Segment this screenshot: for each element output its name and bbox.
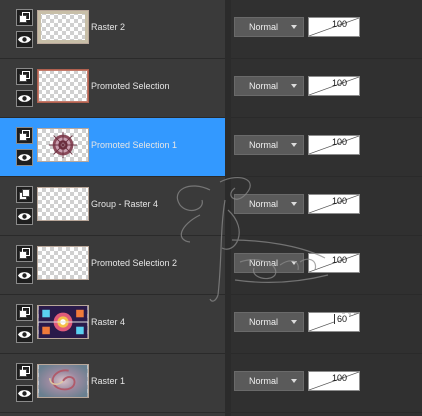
layer-properties: Normal 100 (231, 59, 422, 118)
layer-row[interactable]: Raster 4 Normal 60 (0, 295, 422, 354)
layer-name: Raster 1 (91, 376, 126, 386)
layer-properties: Normal 60 (231, 295, 422, 354)
eye-icon[interactable] (16, 385, 33, 402)
layer-properties: Normal 100 (231, 236, 422, 295)
layer-row-main[interactable]: Promoted Selection 1 (0, 118, 225, 177)
blend-mode-dropdown[interactable]: Normal (234, 371, 304, 391)
opacity-slider[interactable]: 100 (308, 135, 360, 155)
opacity-value: 100 (331, 373, 347, 383)
opacity-value: 100 (331, 137, 347, 147)
layer-name: Promoted Selection 1 (91, 140, 178, 150)
layer-name: Group - Raster 4 (91, 199, 159, 209)
blend-mode-dropdown[interactable]: Normal (234, 312, 304, 332)
layer-type-icon[interactable] (16, 9, 33, 26)
layer-type-icon[interactable] (16, 245, 33, 262)
blend-mode-dropdown[interactable]: Normal (234, 76, 304, 96)
layer-name: Raster 2 (91, 22, 126, 32)
chevron-down-icon (291, 202, 297, 206)
eye-icon[interactable] (16, 326, 33, 343)
layer-row-main[interactable]: Raster 1 (0, 354, 225, 413)
chevron-down-icon (291, 261, 297, 265)
chevron-down-icon (291, 84, 297, 88)
layer-thumbnail (37, 128, 89, 162)
opacity-value: 100 (331, 255, 347, 265)
layer-thumbnail (37, 364, 89, 398)
chevron-down-icon (291, 379, 297, 383)
layer-row[interactable]: Group - Raster 4 Normal 100 (0, 177, 422, 236)
layer-type-icon[interactable] (16, 363, 33, 380)
layer-row-main[interactable]: Group - Raster 4 (0, 177, 225, 236)
eye-icon[interactable] (16, 31, 33, 48)
eye-icon[interactable] (16, 267, 33, 284)
opacity-slider[interactable]: 60 (308, 312, 360, 332)
layer-thumbnail (37, 69, 89, 103)
opacity-value: 100 (331, 196, 347, 206)
layer-row[interactable]: Raster 1 Normal 100 (0, 354, 422, 413)
layers-palette: Raster 2 Normal 100 Promoted Selection Norma… (0, 0, 422, 416)
layer-thumbnail (37, 10, 89, 44)
opacity-value: 60 (333, 314, 349, 324)
layer-row-main[interactable]: Raster 4 (0, 295, 225, 354)
eye-icon[interactable] (16, 149, 33, 166)
blend-mode-dropdown[interactable]: Normal (234, 17, 304, 37)
blend-mode-dropdown[interactable]: Normal (234, 253, 304, 273)
chevron-down-icon (291, 25, 297, 29)
blend-mode-value: Normal (249, 376, 279, 386)
blend-mode-value: Normal (249, 22, 279, 32)
layer-row[interactable]: Promoted Selection Normal 100 (0, 59, 422, 118)
layer-properties: Normal 100 (231, 118, 422, 177)
layer-name: Promoted Selection (91, 81, 170, 91)
opacity-slider[interactable]: 100 (308, 371, 360, 391)
layer-row-main[interactable]: Promoted Selection (0, 59, 225, 118)
layer-type-icon[interactable] (16, 186, 33, 203)
blend-mode-value: Normal (249, 258, 279, 268)
blend-mode-dropdown[interactable]: Normal (234, 194, 304, 214)
layer-thumbnail (37, 305, 89, 339)
blend-mode-value: Normal (249, 317, 279, 327)
opacity-slider[interactable]: 100 (308, 17, 360, 37)
eye-icon[interactable] (16, 90, 33, 107)
blend-mode-value: Normal (249, 81, 279, 91)
opacity-slider[interactable]: 100 (308, 194, 360, 214)
layer-name: Raster 4 (91, 317, 126, 327)
layer-thumbnail (37, 246, 89, 280)
opacity-slider[interactable]: 100 (308, 76, 360, 96)
chevron-down-icon (291, 143, 297, 147)
chevron-down-icon (291, 320, 297, 324)
layer-row[interactable]: Promoted Selection 1 Normal 100 (0, 118, 422, 177)
layer-name: Promoted Selection 2 (91, 258, 178, 268)
layer-properties: Normal 100 (231, 354, 422, 413)
layer-row[interactable]: Promoted Selection 2 Normal 100 (0, 236, 422, 295)
opacity-value: 100 (331, 78, 347, 88)
layer-row-main[interactable]: Raster 2 (0, 0, 225, 59)
layer-properties: Normal 100 (231, 177, 422, 236)
layer-row[interactable]: Raster 2 Normal 100 (0, 0, 422, 59)
opacity-value: 100 (331, 19, 347, 29)
layer-thumbnail (37, 187, 89, 221)
eye-icon[interactable] (16, 208, 33, 225)
layer-row-main[interactable]: Promoted Selection 2 (0, 236, 225, 295)
blend-mode-dropdown[interactable]: Normal (234, 135, 304, 155)
opacity-slider[interactable]: 100 (308, 253, 360, 273)
blend-mode-value: Normal (249, 199, 279, 209)
layer-properties: Normal 100 (231, 0, 422, 59)
layer-type-icon[interactable] (16, 304, 33, 321)
layer-type-icon[interactable] (16, 127, 33, 144)
blend-mode-value: Normal (249, 140, 279, 150)
layer-type-icon[interactable] (16, 68, 33, 85)
